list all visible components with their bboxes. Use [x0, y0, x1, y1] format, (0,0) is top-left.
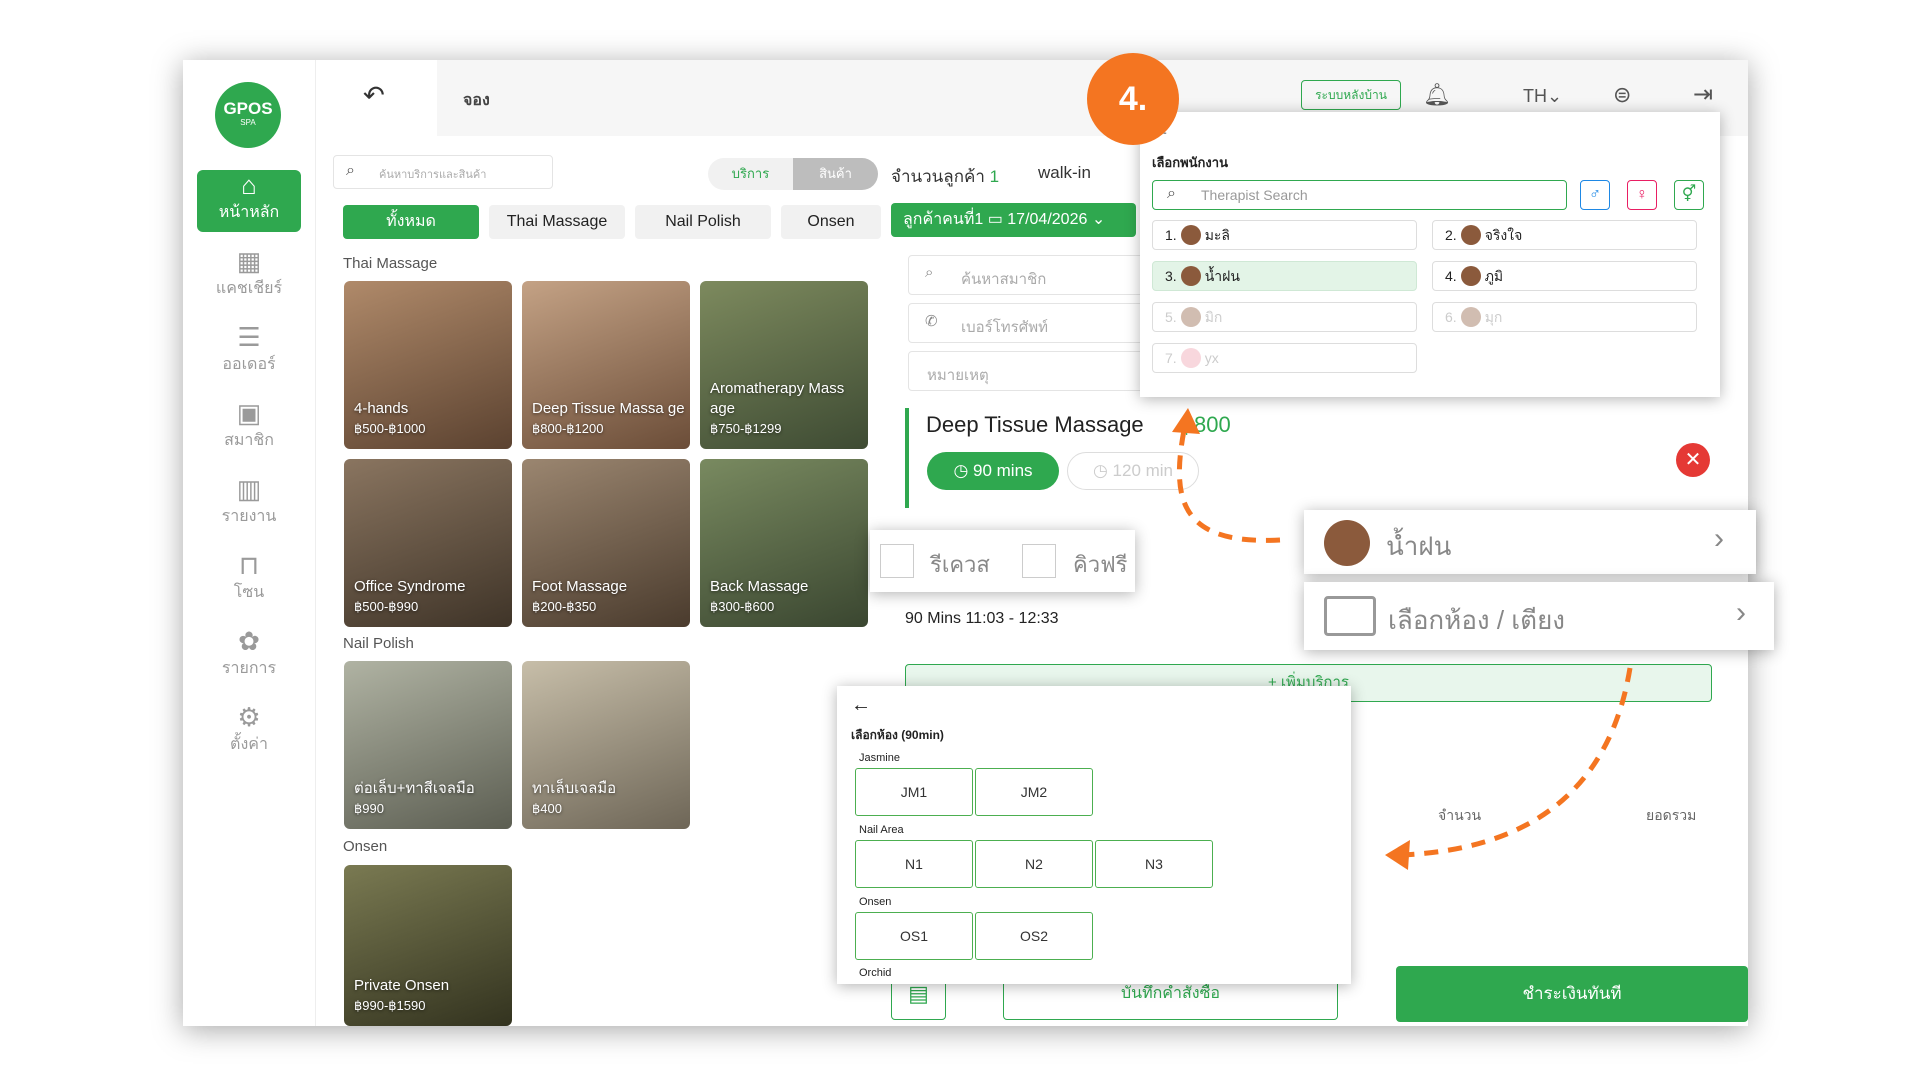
- arrow-to-room: [1399, 667, 1633, 858]
- arrowhead-up: [1172, 408, 1200, 434]
- annotation-arrows: [1172, 408, 1633, 870]
- arrow-to-therapist: [1177, 424, 1281, 543]
- arrowhead-left: [1385, 840, 1410, 870]
